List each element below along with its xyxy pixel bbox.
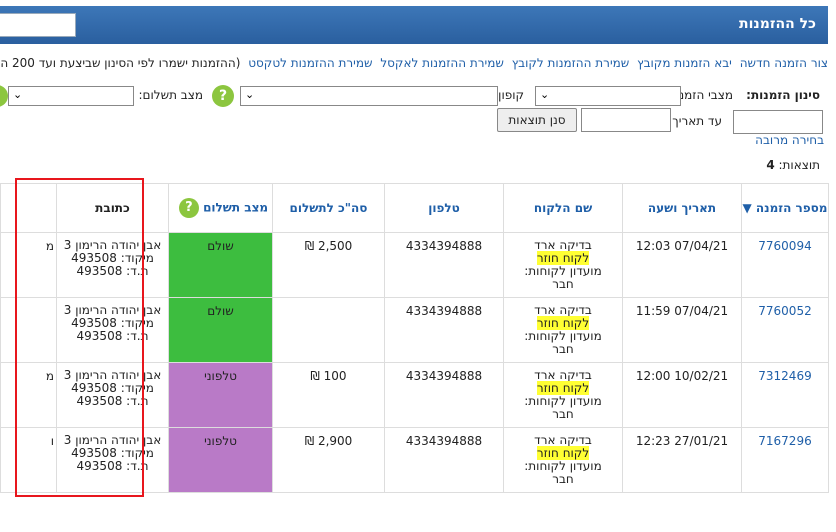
club-member: חבר	[552, 472, 574, 486]
filter-row: סינון הזמנות: מצבי הזמנה: ⌄ קופון: ⌄ ? מ…	[0, 84, 828, 110]
table-row: 7167296 27/01/21 12:23 בדיקה ארד לקוח חו…	[0, 427, 829, 493]
save-to-file-link[interactable]: שמירת ההזמנות לקובץ	[512, 56, 630, 70]
order-number-link[interactable]: 7312469	[758, 369, 811, 383]
address-cell: אבן יהודה הרימון 3 מיקוד: 493508 ת.ד: 49…	[56, 427, 169, 493]
from-date-input[interactable]	[733, 110, 823, 134]
chevron-down-icon: ⌄	[540, 88, 550, 101]
pobox-line: ת.ד: 493508	[76, 459, 149, 473]
total-value: 100 ₪	[272, 362, 385, 428]
table-header-row: מספר הזמנה ▼ תאריך ושעה שם הלקוח טלפון ס…	[0, 183, 829, 233]
coupon-select[interactable]: ⌄	[240, 86, 498, 106]
help-icon[interactable]: ?	[212, 85, 234, 107]
payment-label: מצב תשלום:	[138, 88, 203, 102]
customer-cell: בדיקה ארד לקוח חוזר מועדון לקוחות: חבר	[503, 427, 623, 493]
table-row: 7760094 07/04/21 12:03 בדיקה ארד לקוח חו…	[0, 232, 829, 298]
order-date: 27/01/21 12:23	[622, 427, 742, 493]
header-address: כתובת	[56, 183, 169, 233]
extra-cell: ו	[0, 427, 57, 493]
create-order-link[interactable]: צור הזמנה חדשה	[740, 56, 828, 70]
table-row: 7312469 10/02/21 12:00 בדיקה ארד לקוח חו…	[0, 362, 829, 428]
results-label: תוצאות:	[778, 158, 821, 172]
coupon-label: קופון:	[494, 88, 524, 102]
order-number-link[interactable]: 7760052	[758, 304, 811, 318]
phone-value: 4334394888	[384, 297, 504, 363]
phone-value: 4334394888	[384, 362, 504, 428]
order-date: 10/02/21 12:00	[622, 362, 742, 428]
customer-cell: בדיקה ארד לקוח חוזר מועדון לקוחות: חבר	[503, 362, 623, 428]
pobox-line: ת.ד: 493508	[76, 264, 149, 278]
orders-table: מספר הזמנה ▼ תאריך ושעה שם הלקוח טלפון ס…	[0, 183, 829, 493]
multi-select-link[interactable]: בחירה מרובה	[755, 133, 824, 147]
total-value	[272, 297, 385, 363]
pobox-line: ת.ד: 493508	[76, 394, 149, 408]
filter-label: סינון הזמנות:	[746, 88, 820, 102]
total-value: 2,900 ₪	[272, 427, 385, 493]
club-member: חבר	[552, 342, 574, 356]
date-filter-row: עד תאריך: סנן תוצאות	[0, 108, 828, 136]
order-date: 07/04/21 11:59	[622, 297, 742, 363]
address-cell: אבן יהודה הרימון 3 מיקוד: 493508 ת.ד: 49…	[56, 297, 169, 363]
club-member: חבר	[552, 407, 574, 421]
payment-status: שולם	[168, 297, 273, 363]
extra-cell: מ	[0, 362, 57, 428]
extra-cell	[0, 297, 57, 363]
header-bar: כל ההזמנות	[0, 6, 828, 44]
address-cell: אבן יהודה הרימון 3 מיקוד: 493508 ת.ד: 49…	[56, 362, 169, 428]
returning-customer-tag: לקוח חוזר	[536, 251, 590, 265]
filter-results-button[interactable]: סנן תוצאות	[497, 108, 577, 132]
pobox-line: ת.ד: 493508	[76, 329, 149, 343]
customer-cell: בדיקה ארד לקוח חוזר מועדון לקוחות: חבר	[503, 232, 623, 298]
customer-cell: בדיקה ארד לקוח חוזר מועדון לקוחות: חבר	[503, 297, 623, 363]
order-date: 07/04/21 12:03	[622, 232, 742, 298]
club-member: חבר	[552, 277, 574, 291]
save-note: (ההזמנות ישמרו לפי הסינון שביצעת ועד 200…	[0, 56, 241, 70]
save-to-text-link[interactable]: שמירת ההזמנות לטקסט	[248, 56, 372, 70]
header-total[interactable]: סה"כ לתשלום	[272, 183, 385, 233]
chevron-down-icon: ⌄	[245, 88, 255, 101]
import-orders-link[interactable]: יבא הזמנות מקובץ	[637, 56, 732, 70]
to-date-input[interactable]	[581, 108, 671, 132]
results-count: תוצאות: 4	[766, 158, 820, 172]
help-icon[interactable]	[0, 85, 8, 107]
results-value: 4	[766, 158, 775, 172]
total-value: 2,500 ₪	[272, 232, 385, 298]
status-select[interactable]: ⌄	[535, 86, 681, 106]
header-date[interactable]: תאריך ושעה	[622, 183, 742, 233]
to-date-label: עד תאריך:	[668, 114, 722, 128]
extra-cell: מ	[0, 232, 57, 298]
help-icon[interactable]: ?	[178, 198, 199, 218]
header-extra	[0, 183, 57, 233]
phone-value: 4334394888	[384, 232, 504, 298]
page-title: כל ההזמנות	[739, 16, 816, 32]
returning-customer-tag: לקוח חוזר	[536, 446, 590, 460]
order-number-link[interactable]: 7760094	[758, 239, 811, 253]
address-cell: אבן יהודה הרימון 3 מיקוד: 493508 ת.ד: 49…	[56, 232, 169, 298]
header-phone[interactable]: טלפון	[384, 183, 504, 233]
header-search-input[interactable]	[0, 13, 76, 37]
payment-status: שולם	[168, 232, 273, 298]
header-order-number[interactable]: מספר הזמנה ▼	[741, 183, 829, 233]
header-payment-label: מצב תשלום	[203, 200, 269, 215]
action-links: צור הזמנה חדשה יבא הזמנות מקובץ שמירת הה…	[0, 56, 828, 70]
returning-customer-tag: לקוח חוזר	[536, 316, 590, 330]
returning-customer-tag: לקוח חוזר	[536, 381, 590, 395]
payment-status: טלפוני	[168, 362, 273, 428]
header-payment[interactable]: מצב תשלום ?	[168, 183, 273, 233]
payment-status: טלפוני	[168, 427, 273, 493]
save-to-excel-link[interactable]: שמירת ההזמנות לאקסל	[380, 56, 504, 70]
order-number-link[interactable]: 7167296	[758, 434, 811, 448]
phone-value: 4334394888	[384, 427, 504, 493]
header-customer[interactable]: שם הלקוח	[503, 183, 623, 233]
payment-select[interactable]: ⌄	[8, 86, 134, 106]
chevron-down-icon: ⌄	[13, 88, 23, 101]
table-row: 7760052 07/04/21 11:59 בדיקה ארד לקוח חו…	[0, 297, 829, 363]
